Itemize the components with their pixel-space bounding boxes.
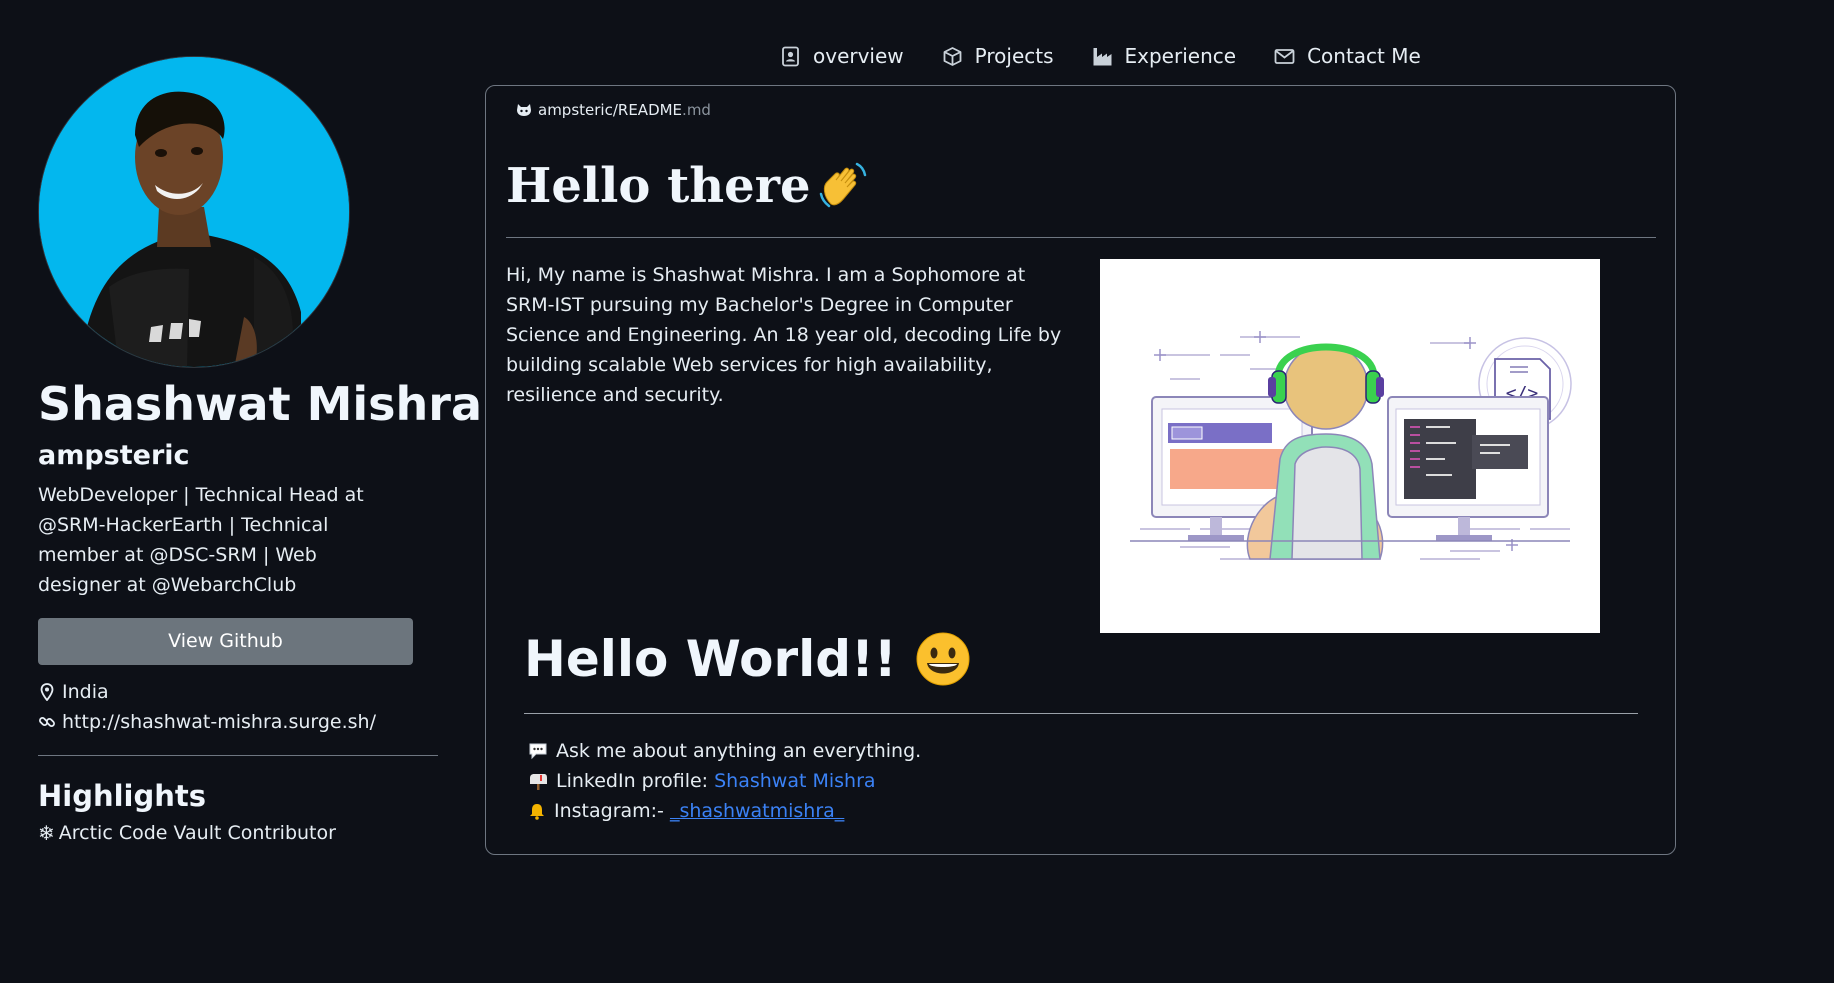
readme-divider <box>506 237 1656 238</box>
sidebar-divider <box>38 755 438 756</box>
highlight-text: Arctic Code Vault Contributor <box>58 822 336 844</box>
linkedin-prefix: LinkedIn profile: <box>556 770 715 792</box>
nav-overview[interactable]: overview <box>780 44 904 68</box>
map-pin-icon <box>40 683 54 701</box>
ask-row: Ask me about anything an everything. <box>528 736 921 766</box>
hello-world-heading: Hello World!! <box>524 630 971 688</box>
ask-text: Ask me about anything an everything. <box>556 740 922 762</box>
profile-sidebar: Shashwat Mishra ampsteric WebDeveloper |… <box>38 56 482 848</box>
profile-bio: WebDeveloper | Technical Head at @SRM-Ha… <box>38 484 364 596</box>
wave-hand-emoji-icon <box>819 162 866 208</box>
contact-list: Ask me about anything an everything. Lin… <box>528 736 921 826</box>
nav-overview-label: overview <box>813 44 904 68</box>
linkedin-link[interactable]: Shashwat Mishra <box>714 766 875 796</box>
website-link[interactable]: http://shashwat-mishra.surge.sh/ <box>62 707 376 737</box>
developer-at-desk-image: </> <box>1100 259 1600 633</box>
location-text: India <box>62 681 109 703</box>
intro-paragraph: Hi, My name is Shashwat Mishra. I am a S… <box>506 264 1062 406</box>
envelope-icon <box>1274 48 1295 64</box>
contact-card-icon <box>782 46 799 66</box>
nav-contact-label: Contact Me <box>1307 44 1421 68</box>
developer-illustration: </> <box>1100 259 1600 633</box>
readme-file-ext: .md <box>682 101 711 119</box>
snowflake-icon: ❄ <box>38 821 55 845</box>
bell-icon <box>530 804 544 820</box>
nav-projects[interactable]: Projects <box>942 44 1054 68</box>
highlight-item: ❄ Arctic Code Vault Contributor <box>38 818 438 848</box>
profile-meta: India http://shashwat-mishra.surge.sh/ <box>38 677 438 737</box>
linkedin-row: LinkedIn profile: Shashwat Mishra <box>528 766 921 796</box>
highlights-title: Highlights <box>38 779 207 813</box>
avatar-portrait <box>39 57 349 367</box>
hello-there-text: Hello there <box>506 158 811 214</box>
location-row: India <box>38 677 438 707</box>
nav-contact[interactable]: Contact Me <box>1274 44 1421 68</box>
readme-owner[interactable]: ampsteric <box>538 101 613 119</box>
website-row[interactable]: http://shashwat-mishra.surge.sh/ <box>38 707 438 737</box>
instagram-row: Instagram:- _shashwatmishra_ <box>528 796 921 826</box>
mailbox-icon <box>530 774 547 790</box>
grinning-face-emoji-icon <box>916 632 970 686</box>
readme-card: ampsteric / README .md Hello there Hi, My n… <box>485 85 1676 855</box>
hello-world-divider <box>524 713 1638 714</box>
nav-experience-label: Experience <box>1124 44 1237 68</box>
hello-world-text: Hello World!! <box>524 630 897 688</box>
factory-icon <box>1093 47 1112 65</box>
nav-experience[interactable]: Experience <box>1092 44 1237 68</box>
speech-bubble-icon <box>529 743 547 760</box>
hello-there-heading: Hello there <box>506 158 869 214</box>
nav-projects-label: Projects <box>974 44 1054 68</box>
avatar <box>38 56 350 368</box>
portfolio-page: Shashwat Mishra ampsteric WebDeveloper |… <box>0 0 1834 983</box>
box-icon <box>943 46 962 66</box>
instagram-link[interactable]: _shashwatmishra_ <box>670 796 844 826</box>
instagram-prefix: Instagram:- <box>554 800 670 822</box>
profile-username: ampsteric <box>38 440 190 471</box>
github-cat-icon <box>517 104 531 116</box>
readme-file-name[interactable]: README <box>618 101 682 119</box>
link-icon <box>39 717 55 727</box>
view-github-button[interactable]: View Github <box>38 618 413 665</box>
readme-header: ampsteric / README .md <box>516 101 711 119</box>
profile-full-name: Shashwat Mishra <box>38 377 482 431</box>
top-nav: overview Projects Experience Contact Me <box>780 44 1421 68</box>
